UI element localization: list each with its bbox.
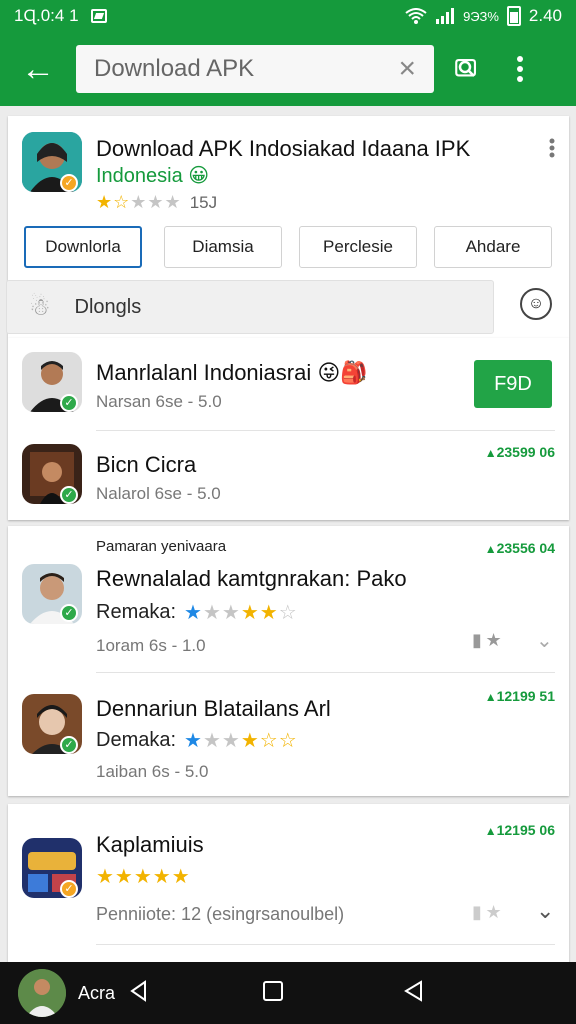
search-box[interactable]: ×: [76, 45, 434, 93]
rating-label: Demaka:: [96, 729, 177, 751]
section-header: Pamaran yenivaara: [96, 538, 227, 555]
app-meta: Penniiote: 12 (esingrsanoulbel): [96, 904, 345, 924]
app-bar: ← ×: [0, 32, 576, 106]
verified-badge-icon: ✓: [60, 736, 78, 754]
featured-more-icon[interactable]: [549, 138, 555, 163]
rating-text: 15J: [189, 192, 218, 212]
featured-subtitle: Indonesia 😀: [96, 165, 210, 187]
app-title[interactable]: Manrlalanl Indoniasrai 😜🎒: [96, 360, 368, 386]
puzzle-icon: ☃: [29, 293, 51, 321]
nav-label: Acra: [78, 982, 116, 1003]
rating-stars: ★★★★★☆: [184, 602, 298, 624]
navigation-bar: Acra: [0, 962, 576, 1024]
download-count: 23599 06: [485, 444, 555, 460]
home-nav-icon[interactable]: [261, 979, 285, 1008]
divider: [96, 430, 555, 431]
rating-label: Remaka:: [96, 601, 177, 623]
notification-icon: [90, 9, 107, 23]
tab-diamsia[interactable]: Diamsia: [164, 226, 282, 268]
download-count: 23556 04: [485, 540, 555, 556]
status-clock: 2.40: [528, 6, 562, 25]
clear-icon[interactable]: ×: [398, 52, 416, 86]
wifi-icon: [405, 8, 427, 24]
emoji-face-icon[interactable]: ☺: [520, 288, 552, 320]
app-meta: Narsan 6se - 5.0: [96, 392, 222, 411]
results-card: 12195 06 ✓ Kaplamiuis ★★★★★ Penniiote: 1…: [8, 804, 569, 964]
status-time: 1Ɋ.0:4 1: [14, 6, 79, 25]
back-arrow-icon[interactable]: ←: [0, 32, 76, 106]
rating-stars: ★☆★★★: [96, 192, 182, 212]
back-nav-icon[interactable]: [127, 979, 151, 1008]
rating-row: Demaka: ★★★★☆☆: [96, 728, 298, 753]
app-title[interactable]: Rewnalalad kamtgnrakan: Pako: [96, 566, 407, 592]
install-button[interactable]: F9D: [474, 360, 552, 408]
recents-nav-icon[interactable]: [401, 979, 425, 1008]
expand-chevron-icon[interactable]: ⌄: [536, 628, 553, 653]
download-count: 12195 06: [485, 822, 555, 838]
verified-badge-icon: ✓: [60, 174, 78, 192]
verified-badge-icon: ✓: [60, 880, 78, 898]
app-meta: 1oram 6s - 1.0: [96, 636, 206, 655]
results-card: Pamaran yenivaara 23556 04 ✓ Rewnalalad …: [8, 526, 569, 796]
app-title[interactable]: Kaplamiuis: [96, 832, 204, 858]
download-count: 12199 51: [485, 688, 555, 704]
featured-rating: ★☆★★★ 15J: [96, 192, 217, 213]
verified-badge-icon: ✓: [60, 486, 78, 504]
app-meta: 1aiban 6s - 5.0: [96, 762, 209, 781]
tab-perclesie[interactable]: Perclesie: [299, 226, 417, 268]
search-input[interactable]: [94, 55, 399, 83]
user-avatar[interactable]: [18, 969, 66, 1017]
rating-row: Remaka: ★★★★★☆: [96, 600, 298, 625]
expand-chevron-icon[interactable]: ⌄: [536, 898, 554, 924]
divider: [96, 944, 555, 945]
bookmark-icon[interactable]: ▮ ★: [472, 902, 502, 923]
divider: [96, 672, 555, 673]
bookmark-icon[interactable]: ▮ ★: [472, 630, 502, 651]
status-bar: 1Ɋ.0:4 1 9ЭЗ% 2.40: [0, 0, 576, 32]
verified-badge-icon: ✓: [60, 394, 78, 412]
battery-percent: 9ЭЗ%: [463, 8, 499, 24]
tab-ahdare[interactable]: Ahdare: [434, 226, 552, 268]
featured-title: Download APK Indosiakad Idaana IPK: [96, 136, 471, 161]
featured-card[interactable]: ✓ Download APK Indosiakad Idaana IPK Ind…: [6, 116, 569, 338]
battery-icon: [506, 6, 521, 26]
signal-icon: [436, 8, 455, 24]
verified-badge-icon: ✓: [60, 604, 78, 622]
results-card: ✓ Manrlalanl Indoniasrai 😜🎒 Narsan 6se -…: [8, 338, 569, 520]
more-vert-icon[interactable]: [498, 32, 542, 106]
filter-chip[interactable]: ☃ Dlongls: [6, 280, 494, 334]
app-title[interactable]: Bicn Cicra: [96, 452, 196, 478]
filter-chip-label: Dlongls: [74, 295, 142, 318]
tab-download[interactable]: Downlorla: [24, 226, 142, 268]
search-icon[interactable]: [434, 32, 498, 106]
rating-stars: ★★★★★: [96, 866, 191, 888]
rating-stars: ★★★★☆☆: [184, 730, 298, 752]
app-title[interactable]: Dennariun Blatailans Arl: [96, 696, 331, 722]
app-meta: Nalarol 6se - 5.0: [96, 484, 221, 503]
